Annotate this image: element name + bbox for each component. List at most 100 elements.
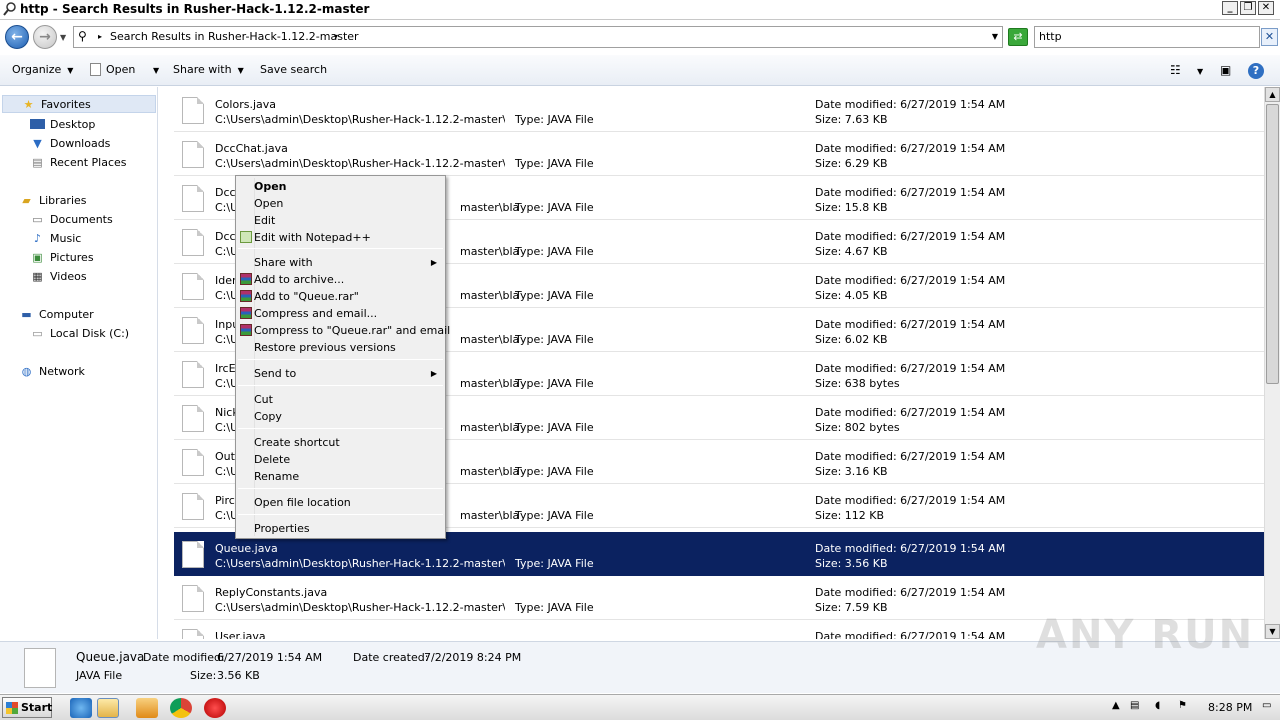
help-icon[interactable]: ? (1248, 63, 1264, 79)
videos-icon: ▦ (32, 269, 43, 283)
menu-copy[interactable]: Copy (238, 408, 443, 425)
menu-add-to-archive[interactable]: Add to archive... (238, 271, 443, 288)
nav-libraries[interactable]: ▰ Libraries (19, 191, 86, 209)
refresh-button[interactable]: ⇄ (1008, 28, 1028, 46)
share-with-menu[interactable]: Share with ▼ (173, 63, 244, 76)
java-file-icon (182, 185, 204, 212)
navigation-pane: ★ Favorites Desktop ▼ Downloads ▤ Recent Pl… (0, 87, 158, 639)
window-title: http - Search Results in Rusher-Hack-1.1… (20, 2, 370, 16)
winrar-icon (240, 290, 252, 302)
back-button[interactable]: ← (5, 25, 29, 49)
forward-arrow-icon: → (39, 29, 51, 45)
nav-network[interactable]: ◍ Network (19, 362, 85, 380)
volume-icon[interactable]: ◖ (1155, 700, 1160, 711)
show-desktop-icon[interactable]: ▭ (1262, 700, 1271, 711)
details-date-created: 7/2/2019 8:24 PM (424, 651, 522, 664)
organize-menu[interactable]: Organize ▼ (12, 63, 73, 76)
nav-documents[interactable]: ▭ Documents (30, 210, 112, 228)
nav-favorites[interactable]: ★ Favorites (2, 95, 156, 113)
forward-button[interactable]: → (33, 25, 57, 49)
chevron-down-icon: ▼ (67, 66, 74, 75)
details-size-label: Size: (190, 669, 217, 682)
view-options-icon[interactable]: ☷ (1170, 63, 1181, 77)
open-dropdown[interactable]: ▼ (147, 63, 159, 76)
clock[interactable]: 8:28 PM (1208, 701, 1252, 714)
recent-pages-dropdown[interactable]: ▼ (60, 33, 66, 42)
details-date-modified: 6/27/2019 1:54 AM (217, 651, 323, 664)
nav-desktop[interactable]: Desktop (30, 115, 95, 133)
submenu-arrow-icon: ▶ (430, 369, 437, 378)
menu-open[interactable]: Open (238, 195, 443, 212)
pictures-icon: ▣ (32, 250, 43, 264)
menu-open-default[interactable]: Open (238, 178, 443, 195)
menu-rename[interactable]: Rename (238, 468, 443, 485)
file-date: Date modified: 6/27/2019 1:54 AM (815, 186, 1006, 199)
menu-add-to-rar[interactable]: Add to "Queue.rar" (238, 288, 443, 305)
file-path-tail: master\bla... (460, 333, 520, 346)
java-file-icon (182, 541, 204, 568)
music-icon: ♪ (33, 231, 42, 245)
file-name: IrcE (215, 362, 236, 375)
menu-share-with[interactable]: Share with ▶ (238, 254, 443, 271)
file-name: User.java (215, 630, 266, 639)
file-type: Type: JAVA File (515, 421, 594, 434)
file-date: Date modified: 6/27/2019 1:54 AM (815, 98, 1006, 111)
scroll-down-icon[interactable]: ▼ (1265, 624, 1280, 639)
minimize-button[interactable]: _ (1222, 1, 1238, 15)
close-button[interactable]: ✕ (1258, 1, 1274, 15)
menu-cut[interactable]: Cut (238, 391, 443, 408)
java-file-large-icon (24, 648, 56, 688)
menu-edit[interactable]: Edit (238, 212, 443, 229)
menu-send-to[interactable]: Send to ▶ (238, 365, 443, 382)
clear-search-button[interactable]: ✕ (1261, 28, 1278, 46)
action-center-flag-icon[interactable]: ⚑ (1178, 700, 1187, 711)
details-date-modified-label: Date modified: (143, 651, 225, 664)
menu-compress-rar-email[interactable]: Compress to "Queue.rar" and email (238, 322, 450, 339)
java-file-icon (182, 449, 204, 476)
breadcrumb-dropdown-icon[interactable]: ▾ (334, 32, 338, 41)
menu-properties[interactable]: Properties (238, 520, 443, 537)
address-bar[interactable]: ⚲ ▸ Search Results in Rusher-Hack-1.12.2… (73, 26, 1003, 48)
preview-pane-icon[interactable]: ▣ (1220, 63, 1231, 77)
tray-expand-icon[interactable]: ▲ (1112, 700, 1120, 711)
maximize-button[interactable]: ❐ (1240, 1, 1256, 15)
file-row[interactable]: Colors.java C:\Users\admin\Desktop\Rushe… (174, 88, 1264, 132)
menu-compress-email[interactable]: Compress and email... (238, 305, 443, 322)
nav-local-disk[interactable]: ▭ Local Disk (C:) (30, 324, 129, 342)
nav-computer[interactable]: ▬ Computer (19, 305, 93, 323)
chrome-icon[interactable] (170, 698, 192, 718)
network-tray-icon[interactable]: ▤ (1130, 700, 1139, 711)
network-icon: ◍ (21, 364, 32, 378)
address-history-dropdown-icon[interactable]: ▼ (992, 32, 998, 41)
breadcrumb[interactable]: Search Results in Rusher-Hack-1.12.2-mas… (110, 30, 359, 43)
media-player-icon[interactable] (136, 698, 158, 718)
file-row[interactable]: DccChat.java C:\Users\admin\Desktop\Rush… (174, 132, 1264, 176)
java-file-icon (182, 361, 204, 388)
organize-label: Organize (12, 63, 62, 76)
opera-icon[interactable] (204, 698, 226, 718)
start-button[interactable]: Start (2, 697, 52, 718)
breadcrumb-chevron-icon[interactable]: ▸ (98, 32, 102, 41)
menu-edit-notepadpp[interactable]: Edit with Notepad++ (238, 229, 443, 246)
nav-downloads[interactable]: ▼ Downloads (30, 134, 110, 152)
nav-music[interactable]: ♪ Music (30, 229, 81, 247)
open-button[interactable]: Open (90, 63, 135, 76)
menu-open-file-location[interactable]: Open file location (238, 494, 443, 511)
scroll-up-icon[interactable]: ▲ (1265, 87, 1280, 102)
nav-videos[interactable]: ▦ Videos (30, 267, 86, 285)
nav-pictures[interactable]: ▣ Pictures (30, 248, 93, 266)
vertical-scrollbar[interactable]: ▲ ▼ (1264, 87, 1280, 639)
file-path: C:\Users\admin\Desktop\Rusher-Hack-1.12.… (215, 157, 505, 170)
view-dropdown-icon[interactable]: ▼ (1197, 67, 1203, 76)
menu-create-shortcut[interactable]: Create shortcut (238, 434, 443, 451)
menu-delete[interactable]: Delete (238, 451, 443, 468)
scroll-thumb[interactable] (1266, 104, 1279, 384)
file-name: Out (215, 450, 235, 463)
menu-restore-versions[interactable]: Restore previous versions (238, 339, 443, 356)
internet-explorer-icon[interactable] (70, 698, 92, 718)
explorer-folder-icon[interactable] (97, 698, 119, 718)
save-search-button[interactable]: Save search (260, 63, 327, 76)
address-row: ← → ▼ ⚲ ▸ Search Results in Rusher-Hack-… (0, 21, 1280, 53)
search-input[interactable]: http (1034, 26, 1260, 48)
nav-recent-places[interactable]: ▤ Recent Places (30, 153, 126, 171)
